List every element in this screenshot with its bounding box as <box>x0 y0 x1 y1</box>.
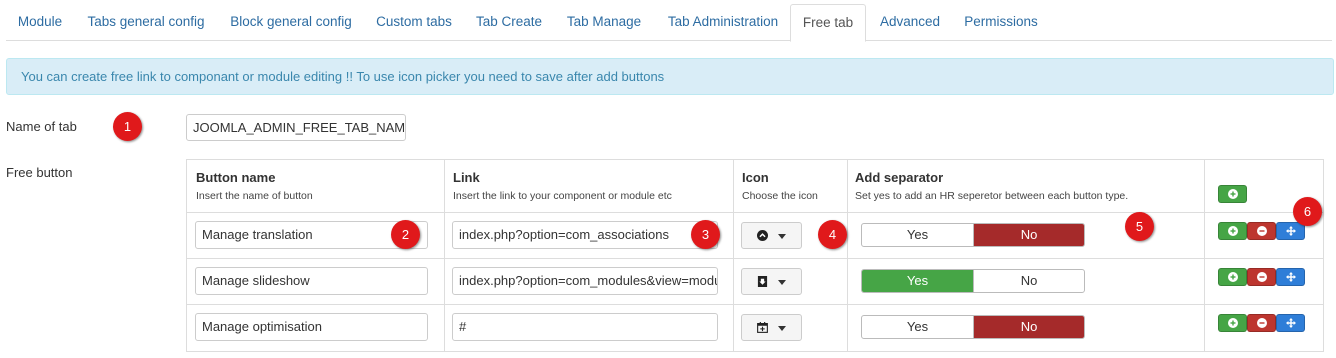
move-row-handle[interactable] <box>1276 268 1305 286</box>
chevron-down-icon <box>778 280 786 285</box>
separator-toggle[interactable]: Yes No <box>861 223 1085 247</box>
chevron-circle-up-icon <box>757 230 768 241</box>
add-row-button[interactable] <box>1218 222 1247 240</box>
button-link-input[interactable]: index.php?option=com_modules&view=module… <box>452 267 718 295</box>
annotation-badge-4: 4 <box>818 220 847 249</box>
separator-yes-option[interactable]: Yes <box>862 316 973 338</box>
tab-advanced[interactable]: Advanced <box>868 4 952 41</box>
icon-picker-button[interactable] <box>741 222 802 249</box>
remove-row-button[interactable] <box>1247 268 1276 286</box>
tab-block-general-config[interactable]: Block general config <box>218 4 364 41</box>
header-add-separator-help: Set yes to add an HR seperetor between e… <box>855 190 1129 202</box>
free-buttons-table: Button name Insert the name of button Li… <box>186 159 1324 352</box>
tab-permissions[interactable]: Permissions <box>952 4 1050 41</box>
icon-picker-button[interactable] <box>741 268 802 295</box>
tab-custom-tabs[interactable]: Custom tabs <box>364 4 464 41</box>
header-link: Link <box>453 170 480 185</box>
tab-bar: Module Tabs general config Block general… <box>6 4 1332 42</box>
plus-circle-icon <box>1228 226 1238 236</box>
chevron-down-icon <box>778 234 786 239</box>
name-of-tab-label: Name of tab <box>6 119 77 134</box>
separator-yes-option[interactable]: Yes <box>862 270 973 292</box>
separator-toggle[interactable]: Yes No <box>861 269 1085 293</box>
tab-tab-manage[interactable]: Tab Manage <box>554 4 654 41</box>
remove-row-button[interactable] <box>1247 314 1276 332</box>
move-row-handle[interactable] <box>1276 314 1305 332</box>
button-link-input[interactable]: # <box>452 313 718 341</box>
tab-tab-create[interactable]: Tab Create <box>464 4 554 41</box>
move-arrows-icon <box>1286 318 1296 328</box>
add-row-button[interactable] <box>1218 268 1247 286</box>
separator-yes-option[interactable]: Yes <box>862 224 973 246</box>
separator-toggle[interactable]: Yes No <box>861 315 1085 339</box>
button-link-input[interactable]: index.php?option=com_associations <box>452 221 718 249</box>
separator-no-option[interactable]: No <box>973 224 1084 246</box>
header-add-separator: Add separator <box>855 170 944 185</box>
download-icon <box>757 276 768 287</box>
button-name-input[interactable]: Manage optimisation <box>195 313 428 341</box>
header-icon: Icon <box>742 170 769 185</box>
icon-picker-button[interactable] <box>741 314 802 341</box>
separator-no-option[interactable]: No <box>973 316 1084 338</box>
annotation-badge-1: 1 <box>113 112 142 141</box>
tab-module[interactable]: Module <box>6 4 74 41</box>
separator-no-option[interactable]: No <box>973 270 1084 292</box>
header-button-name-help: Insert the name of button <box>196 190 313 202</box>
add-row-button[interactable] <box>1218 314 1247 332</box>
chevron-down-icon <box>778 326 786 331</box>
plus-circle-icon <box>1228 189 1238 199</box>
annotation-badge-5: 5 <box>1125 212 1154 241</box>
tab-tabs-general-config[interactable]: Tabs general config <box>76 4 216 41</box>
free-button-label: Free button <box>6 165 73 180</box>
header-button-name: Button name <box>196 170 276 185</box>
header-icon-help: Choose the icon <box>742 190 818 202</box>
minus-circle-icon <box>1257 318 1267 328</box>
annotation-badge-3: 3 <box>691 220 720 249</box>
header-link-help: Insert the link to your component or mod… <box>453 190 672 202</box>
minus-circle-icon <box>1257 272 1267 282</box>
annotation-badge-6: 6 <box>1293 197 1322 226</box>
calendar-plus-icon <box>757 322 768 333</box>
minus-circle-icon <box>1257 226 1267 236</box>
tab-tab-administration[interactable]: Tab Administration <box>654 4 792 41</box>
tab-name-input[interactable]: JOOMLA_ADMIN_FREE_TAB_NAME <box>186 114 406 141</box>
move-arrows-icon <box>1286 272 1296 282</box>
move-arrows-icon <box>1286 226 1296 236</box>
remove-row-button[interactable] <box>1247 222 1276 240</box>
add-first-button[interactable] <box>1218 185 1247 203</box>
annotation-badge-2: 2 <box>391 220 420 249</box>
plus-circle-icon <box>1228 318 1238 328</box>
plus-circle-icon <box>1228 272 1238 282</box>
tab-free-tab[interactable]: Free tab <box>790 4 866 42</box>
button-name-input[interactable]: Manage slideshow <box>195 267 428 295</box>
info-alert: You can create free link to componant or… <box>6 58 1334 95</box>
